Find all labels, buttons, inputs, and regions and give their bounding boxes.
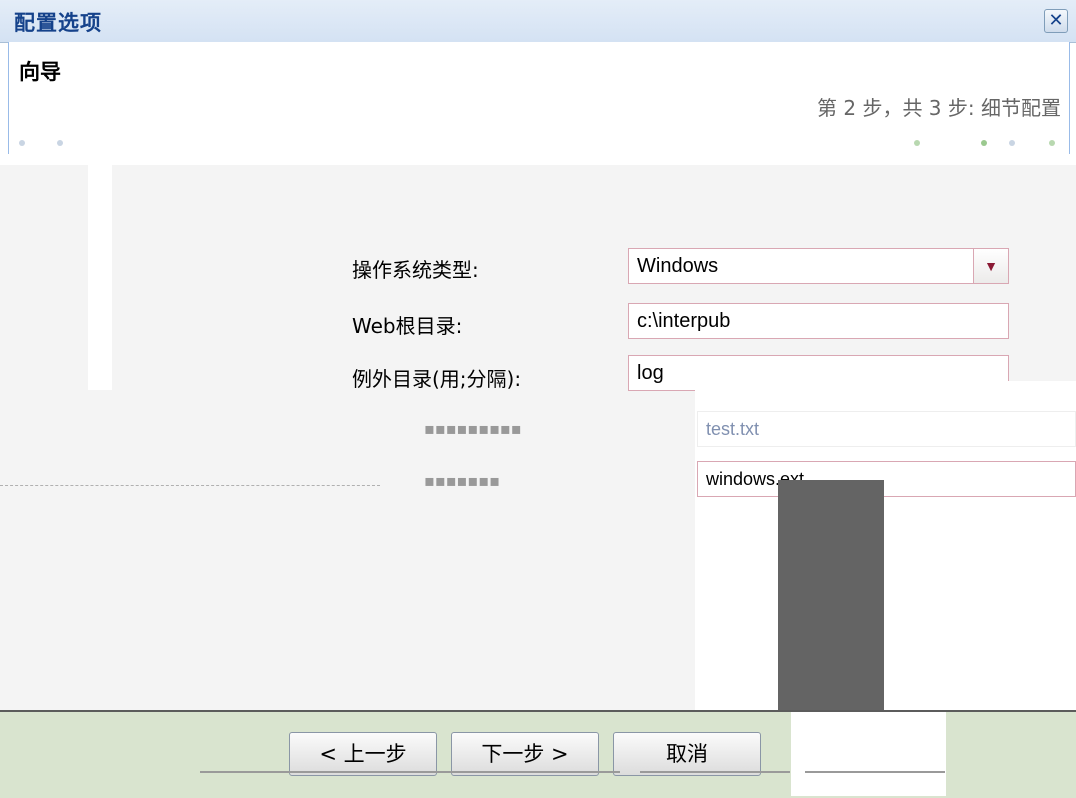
row5-label-placeholder: ▪▪▪▪▪▪▪ (424, 471, 500, 490)
os-type-select[interactable]: Windows ▼ (628, 248, 1009, 284)
content-divider (88, 165, 112, 390)
os-type-label: 操作系统类型: (352, 258, 479, 282)
render-artifact-line (0, 485, 380, 500)
os-type-value: Windows (637, 255, 719, 277)
wizard-content: 操作系统类型: Windows ▼ Web根目录: c:\interpub 例外… (0, 165, 1076, 711)
footer-line-mid (640, 771, 790, 773)
footer-line-right (805, 771, 945, 773)
window-title: 配置选项 (14, 11, 102, 35)
window-title-bar: 配置选项 ✕ (0, 0, 1076, 43)
chevron-down-icon[interactable]: ▼ (973, 249, 1008, 283)
footer-artifact (791, 712, 946, 796)
web-root-label: Web根目录: (352, 314, 463, 338)
render-artifact (778, 480, 884, 710)
row5-input[interactable]: windows.ext (697, 461, 1076, 497)
wizard-title: 向导 (19, 60, 61, 84)
exclude-dirs-label: 例外目录(用;分隔): (352, 367, 522, 391)
footer-line-left (200, 771, 620, 773)
next-button[interactable]: 下一步 > (451, 732, 599, 776)
prev-button[interactable]: < 上一步 (289, 732, 437, 776)
row4-label-placeholder: ▪▪▪▪▪▪▪▪▪ (424, 419, 522, 438)
web-root-input[interactable]: c:\interpub (628, 303, 1009, 339)
wizard-header: 向导 第 2 步，共 3 步: 细节配置 (8, 42, 1070, 154)
close-icon[interactable]: ✕ (1044, 9, 1068, 33)
row4-input[interactable]: test.txt (697, 411, 1076, 447)
wizard-step-indicator: 第 2 步，共 3 步: 细节配置 (817, 96, 1061, 120)
cancel-button[interactable]: 取消 (613, 732, 761, 776)
header-decoration (9, 140, 1069, 148)
